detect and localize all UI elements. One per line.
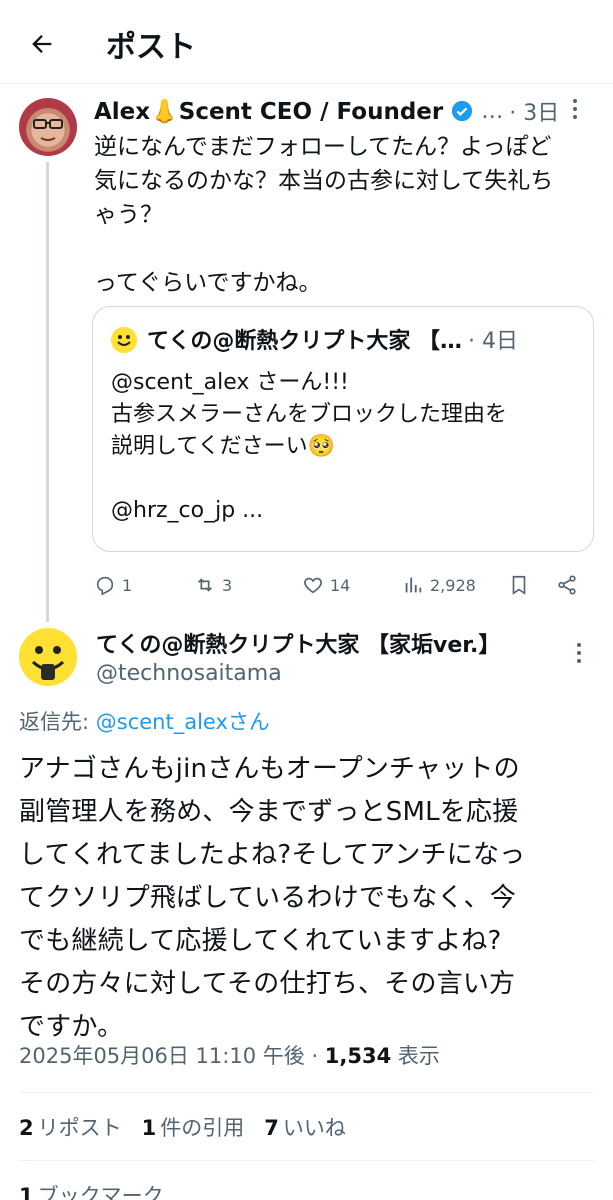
engagement-stats: 2 リポスト 1 件の引用 7 いいね bbox=[19, 1112, 366, 1142]
views-button[interactable]: 2,928 bbox=[402, 568, 476, 602]
analytics-icon bbox=[405, 577, 422, 593]
repost-count: 3 bbox=[222, 575, 233, 595]
reply-prefix: 返信先: bbox=[19, 710, 96, 734]
action-bar: 1 3 14 2,928 bbox=[94, 568, 594, 602]
post-text: アナゴさんもjinさんもオープンチャットの 副管理人を務め、今までずっとSMLを… bbox=[19, 754, 526, 1042]
more-options-button[interactable] bbox=[570, 640, 588, 672]
author-handle[interactable]: @technosaitama bbox=[96, 661, 282, 686]
avatar[interactable] bbox=[19, 98, 77, 156]
post-meta: 2025年05月06日 11:10 午後 · 1,534 表示 bbox=[19, 1040, 440, 1070]
post-timestamp[interactable]: 2025年05月06日 11:10 午後 bbox=[19, 1044, 305, 1068]
back-button[interactable] bbox=[22, 24, 62, 64]
reposts-count: 2 bbox=[19, 1116, 34, 1140]
more-vertical-icon bbox=[577, 643, 581, 663]
name-ellipsis: … bbox=[481, 98, 504, 124]
like-button[interactable]: 14 bbox=[302, 568, 350, 602]
post-views-count: 1,534 bbox=[324, 1044, 392, 1068]
quote-author-row: てくの@断熱クリプト大家 【… · 4日 bbox=[147, 323, 518, 355]
quotes-label: 件の引用 bbox=[160, 1116, 245, 1140]
arrow-left-icon bbox=[32, 35, 52, 53]
avatar-image bbox=[33, 119, 63, 141]
bookmarks-stat[interactable]: 1 ブックマーク bbox=[19, 1180, 164, 1200]
share-icon bbox=[558, 575, 576, 595]
likes-stat[interactable]: 7 いいね bbox=[264, 1112, 346, 1142]
page-title: ポスト bbox=[106, 30, 196, 65]
quotes-count: 1 bbox=[141, 1116, 157, 1140]
quotes-stat[interactable]: 1 件の引用 bbox=[142, 1112, 245, 1142]
post-views-label: 表示 bbox=[391, 1044, 440, 1068]
quoted-post[interactable]: てくの@断熱クリプト大家 【… · 4日 @scent_alex さーん!!! … bbox=[92, 306, 594, 552]
thread-connector bbox=[46, 162, 49, 622]
bookmarks-label: ブックマーク bbox=[37, 1184, 164, 1200]
quote-time: · 4日 bbox=[468, 329, 518, 354]
reply-mention-link[interactable]: @scent_alexさん bbox=[96, 710, 270, 734]
like-count: 14 bbox=[330, 575, 351, 595]
bookmarks-count: 1 bbox=[19, 1184, 34, 1200]
reposts-stat[interactable]: 2 リポスト bbox=[19, 1112, 122, 1142]
bookmark-button[interactable] bbox=[508, 568, 536, 602]
more-options-button[interactable] bbox=[566, 96, 584, 128]
likes-count: 7 bbox=[264, 1116, 279, 1140]
quote-author-name: てくの@断熱クリプト大家 【… bbox=[147, 329, 463, 354]
author-name[interactable]: Alex👃Scent CEO / Founder bbox=[94, 98, 443, 125]
post-text-body: 逆になんでまだフォローしてたん？よっぽど 気になるのかな？本当の古参に対して失礼… bbox=[94, 134, 554, 296]
view-count: 2,928 bbox=[430, 575, 476, 595]
post-time[interactable]: · 3日 bbox=[509, 95, 559, 127]
reply-icon bbox=[96, 576, 114, 596]
divider bbox=[19, 1092, 595, 1093]
divider bbox=[19, 1160, 595, 1161]
repost-button[interactable]: 3 bbox=[194, 568, 232, 602]
verified-badge-icon bbox=[452, 100, 473, 122]
repost-icon bbox=[197, 578, 213, 592]
reply-count: 1 bbox=[122, 575, 133, 595]
smiley-avatar-image bbox=[117, 335, 131, 346]
avatar[interactable] bbox=[19, 628, 77, 686]
avatar bbox=[111, 327, 137, 353]
top-bar: ポスト bbox=[0, 0, 613, 84]
parent-author-row[interactable]: Alex👃Scent CEO / Founder … · 3日 bbox=[94, 94, 559, 128]
smiley-avatar-image bbox=[31, 646, 65, 680]
reply-button[interactable]: 1 bbox=[94, 568, 132, 602]
main-author-row[interactable]: てくの@断熱クリプト大家 【家垢ver.】 bbox=[96, 626, 500, 660]
quote-text: @scent_alex さーん!!! 古参スメラーさんをブロックした理由を 説明… bbox=[111, 370, 508, 523]
author-name[interactable]: てくの@断熱クリプト大家 【家垢ver.】 bbox=[96, 627, 500, 659]
reposts-label: リポスト bbox=[37, 1116, 122, 1140]
more-vertical-icon bbox=[573, 99, 577, 119]
likes-label: いいね bbox=[282, 1116, 346, 1140]
meta-separator: · bbox=[304, 1044, 325, 1068]
post-text: 逆になんでまだフォローしてたん？よっぽど 気になるのかな？本当の古参に対して失礼… bbox=[94, 130, 594, 300]
bookmark-icon bbox=[512, 575, 526, 595]
heart-icon bbox=[304, 577, 322, 594]
reply-context: 返信先: @scent_alexさん bbox=[19, 706, 270, 736]
share-button[interactable] bbox=[556, 568, 584, 602]
